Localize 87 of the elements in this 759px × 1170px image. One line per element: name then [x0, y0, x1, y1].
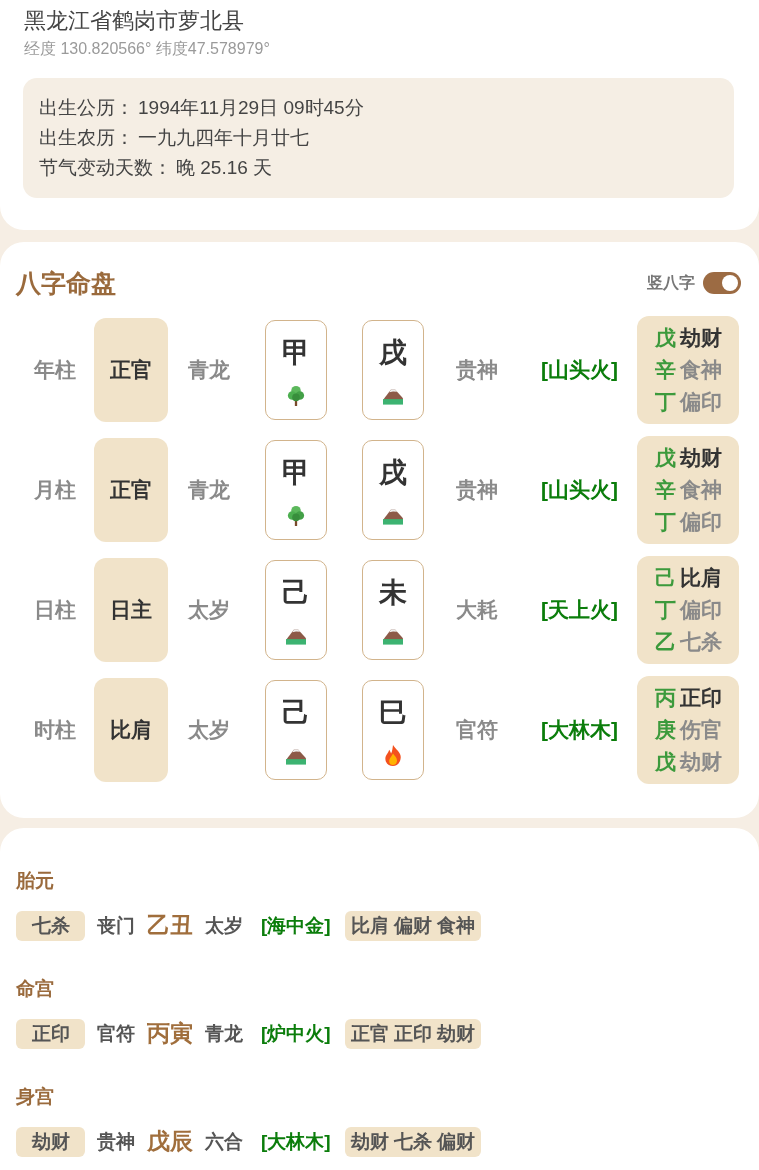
section-title: 身宫	[16, 1085, 55, 1109]
hidden-gods-tag: 正官 正印 劫财	[344, 1018, 482, 1049]
stem-character: 己	[282, 696, 311, 730]
shensha-label: 官符	[97, 1021, 135, 1046]
shensha-label: 贵神	[454, 477, 499, 503]
nayin-label: [炉中火]	[261, 1021, 331, 1046]
ten-god-label: 伤官	[679, 717, 722, 743]
toggle-switch[interactable]	[703, 272, 741, 294]
hidden-stem: 戊	[654, 749, 676, 775]
hidden-stem: 丁	[654, 509, 676, 535]
hidden-stem: 戊	[654, 445, 676, 471]
ten-god-label: 劫财	[679, 445, 722, 471]
ten-god-label: 七杀	[679, 629, 722, 655]
stem-character: 甲	[282, 456, 311, 490]
tree-icon	[286, 385, 307, 406]
section-title: 命宫	[16, 977, 55, 1001]
shensha-label: 贵神	[97, 1129, 135, 1154]
hidden-stem: 庚	[654, 717, 676, 743]
nayin-label: [天上火]	[540, 597, 620, 623]
hidden-stem: 辛	[654, 477, 676, 503]
pillar-label: 时柱	[32, 717, 77, 743]
section-title: 胎元	[16, 869, 55, 893]
nayin-label: [大林木]	[540, 717, 620, 743]
hidden-stem: 丁	[654, 597, 676, 623]
branch-character: 戌	[379, 336, 408, 370]
info-value: 晚 25.16 天	[176, 156, 273, 180]
chart-title: 八字命盘	[16, 268, 116, 299]
stem-character: 甲	[282, 336, 311, 370]
hidden-gods-tag: 劫财 七杀 偏财	[344, 1126, 482, 1157]
nayin-label: [大林木]	[261, 1129, 331, 1154]
nayin-label: [山头火]	[540, 357, 620, 383]
star-label: 青龙	[187, 477, 232, 503]
shensha-label: 贵神	[454, 357, 499, 383]
hidden-stem: 丙	[654, 685, 676, 711]
info-value: 一九九四年十月廿七	[138, 126, 309, 150]
ten-god-tag: 比肩	[93, 678, 169, 782]
hidden-stem: 戊	[654, 325, 676, 351]
star-label: 六合	[205, 1129, 243, 1154]
location-title: 黑龙江省鹤岗市萝北县	[24, 7, 245, 35]
star-label: 太岁	[205, 913, 243, 938]
ganzhi-text: 丙寅	[147, 1019, 193, 1048]
ten-god-tag: 劫财	[16, 1126, 85, 1157]
star-label: 青龙	[187, 357, 232, 383]
star-label: 青龙	[205, 1021, 243, 1046]
stem-character: 己	[282, 576, 311, 610]
ten-god-label: 偏印	[679, 509, 722, 535]
star-label: 太岁	[187, 597, 232, 623]
ten-god-label: 正印	[679, 685, 722, 711]
pillar-label: 日柱	[32, 597, 77, 623]
ten-god-tag: 七杀	[16, 910, 85, 941]
shensha-label: 大耗	[454, 597, 499, 623]
nayin-label: [海中金]	[261, 913, 331, 938]
ten-god-label: 食神	[679, 477, 722, 503]
star-label: 太岁	[187, 717, 232, 743]
ten-god-label: 偏印	[679, 389, 722, 415]
ten-god-tag: 日主	[93, 558, 169, 662]
branch-character: 巳	[379, 696, 408, 730]
nayin-label: [山头火]	[540, 477, 620, 503]
hidden-stem: 辛	[654, 357, 676, 383]
coordinates-text: 经度 130.820566° 纬度47.578979°	[24, 39, 271, 59]
ganzhi-text: 戊辰	[147, 1127, 193, 1156]
hidden-stem: 丁	[654, 389, 676, 415]
tree-icon	[286, 505, 307, 526]
info-label: 出生公历：	[39, 96, 134, 120]
ten-god-label: 偏印	[679, 597, 722, 623]
info-label: 节气变动天数：	[39, 156, 172, 180]
pillar-label: 年柱	[32, 357, 77, 383]
ten-god-label: 劫财	[679, 749, 722, 775]
ten-god-label: 食神	[679, 357, 722, 383]
pillar-label: 月柱	[32, 477, 77, 503]
hidden-stem: 己	[654, 565, 676, 591]
ten-god-label: 比肩	[679, 565, 722, 591]
hidden-gods-tag: 比肩 偏财 食神	[344, 910, 482, 941]
hidden-stem: 乙	[654, 629, 676, 655]
branch-character: 未	[379, 576, 408, 610]
ten-god-label: 劫财	[679, 325, 722, 351]
shensha-label: 丧门	[97, 913, 135, 938]
flame-icon	[383, 745, 404, 766]
info-label: 出生农历：	[39, 126, 134, 150]
ten-god-tag: 正印	[16, 1018, 85, 1049]
shensha-label: 官符	[454, 717, 499, 743]
branch-character: 戌	[379, 456, 408, 490]
ten-god-tag: 正官	[93, 318, 169, 422]
info-value: 1994年11月29日 09时45分	[138, 96, 364, 120]
ten-god-tag: 正官	[93, 438, 169, 542]
ganzhi-text: 乙丑	[147, 911, 193, 940]
toggle-label: 竖八字	[647, 272, 695, 293]
